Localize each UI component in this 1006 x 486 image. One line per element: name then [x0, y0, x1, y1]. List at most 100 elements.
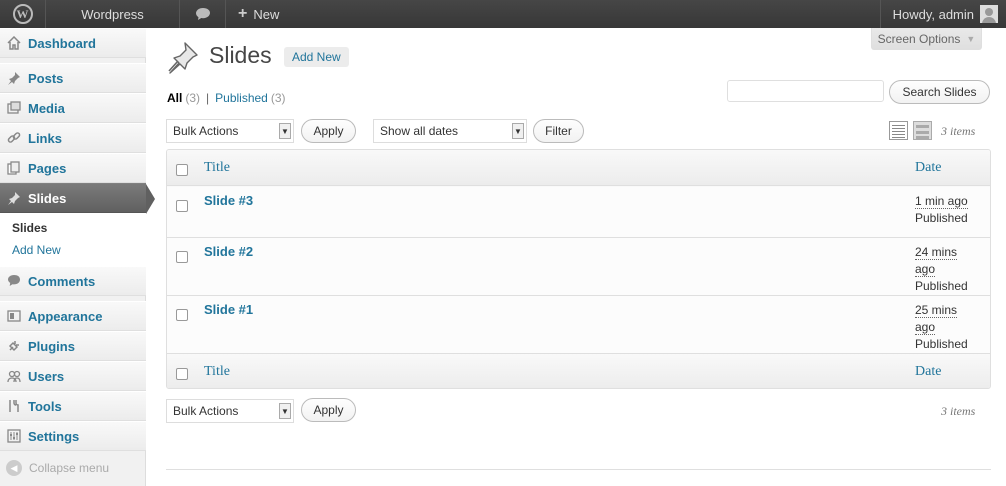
- row-date-ago-cont: ago: [915, 262, 936, 277]
- table-row: Slide #3 1 min ago Published: [167, 187, 990, 238]
- filter-all-link[interactable]: All: [167, 91, 182, 105]
- wordpress-logo-menu[interactable]: W: [0, 0, 46, 28]
- collapse-menu-label: Collapse menu: [29, 461, 110, 475]
- column-date-header[interactable]: Date: [915, 160, 941, 176]
- screen-options-button[interactable]: Screen Options ▼: [871, 28, 982, 50]
- collapse-menu-button[interactable]: ◀ Collapse menu: [6, 460, 109, 476]
- apply-button-bottom[interactable]: Apply: [301, 398, 356, 422]
- column-title-footer[interactable]: Title: [204, 364, 230, 380]
- users-icon: [6, 368, 22, 384]
- table-header: Title Date: [167, 150, 990, 186]
- howdy-label: Howdy, admin: [892, 6, 974, 22]
- row-status: Published: [915, 279, 968, 293]
- admin-sidebar: Dashboard Posts Media Links Pages Slides…: [0, 28, 155, 486]
- submenu-item-add-new[interactable]: Add New: [12, 243, 61, 257]
- search-slides-button[interactable]: Search Slides: [889, 80, 990, 104]
- filter-all-count: (3): [185, 91, 201, 105]
- table-row: Slide #2 24 mins ago Published: [167, 238, 990, 296]
- sidebar-item-label: Posts: [28, 70, 64, 86]
- row-checkbox[interactable]: [176, 200, 188, 212]
- row-checkbox[interactable]: [176, 309, 188, 321]
- row-title-link[interactable]: Slide #1: [204, 302, 253, 317]
- apply-button-top[interactable]: Apply: [301, 119, 356, 143]
- chevron-down-icon: ▼: [512, 123, 524, 139]
- row-date-ago: 25 mins: [915, 303, 958, 318]
- row-title-link[interactable]: Slide #3: [204, 193, 253, 208]
- row-date-ago: 24 mins: [915, 245, 958, 260]
- sidebar-item-links[interactable]: Links: [0, 123, 146, 153]
- sidebar-item-posts[interactable]: Posts: [0, 63, 146, 93]
- list-view-icon[interactable]: [889, 121, 908, 140]
- row-date: 25 mins ago Published: [915, 302, 985, 353]
- chevron-down-icon: ▼: [279, 403, 291, 419]
- sidebar-item-label: Tools: [28, 398, 62, 414]
- sidebar-item-label: Media: [28, 100, 65, 116]
- filter-separator: |: [206, 91, 210, 105]
- sidebar-item-label: Pages: [28, 160, 67, 176]
- sidebar-item-media[interactable]: Media: [0, 93, 146, 123]
- bulk-actions-value: Bulk Actions: [173, 124, 239, 138]
- row-status: Published: [915, 211, 968, 225]
- tools-icon: [6, 398, 22, 414]
- items-count-bottom: 3 items: [941, 404, 976, 418]
- plus-icon: +: [238, 5, 248, 22]
- sidebar-item-users[interactable]: Users: [0, 361, 146, 391]
- sidebar-item-label: Dashboard: [28, 35, 96, 51]
- sidebar-item-tools[interactable]: Tools: [0, 391, 146, 421]
- status-filter-links: All (3) | Published (3): [167, 91, 286, 105]
- select-all-checkbox[interactable]: [176, 164, 188, 176]
- slides-table: Title Date Slide #3 1 min ago Published …: [166, 149, 991, 389]
- sidebar-item-settings[interactable]: Settings: [0, 421, 146, 451]
- media-icon: [6, 100, 22, 116]
- sidebar-item-label: Appearance: [28, 308, 103, 324]
- row-checkbox[interactable]: [176, 251, 188, 263]
- sidebar-item-pages[interactable]: Pages: [0, 153, 146, 183]
- appearance-icon: [6, 308, 22, 324]
- sidebar-item-dashboard[interactable]: Dashboard: [0, 28, 146, 58]
- row-date-ago: 1 min ago: [915, 194, 968, 209]
- add-new-button[interactable]: Add New: [284, 47, 349, 67]
- row-date: 1 min ago Published: [915, 193, 985, 227]
- home-icon: [6, 35, 22, 51]
- screen-options-label: Screen Options: [877, 31, 961, 46]
- column-title-header[interactable]: Title: [204, 160, 230, 176]
- new-content-menu[interactable]: + New: [226, 0, 291, 28]
- sidebar-item-appearance[interactable]: Appearance: [0, 301, 146, 331]
- sidebar-item-label: Settings: [28, 428, 80, 444]
- row-title-link[interactable]: Slide #2: [204, 244, 253, 259]
- table-footer: Title Date: [167, 353, 990, 388]
- sidebar-item-slides[interactable]: Slides: [0, 183, 155, 214]
- submenu-item-slides[interactable]: Slides: [12, 221, 47, 235]
- settings-icon: [6, 428, 22, 444]
- pin-icon: [6, 190, 22, 206]
- comment-bubble-icon: [195, 8, 210, 20]
- comments-menu[interactable]: [180, 0, 226, 28]
- select-all-checkbox-bottom[interactable]: [176, 368, 188, 380]
- site-name-link[interactable]: Wordpress: [46, 0, 180, 28]
- excerpt-view-icon[interactable]: [913, 121, 932, 140]
- bulk-actions-value: Bulk Actions: [173, 404, 239, 418]
- pushpin-icon: [166, 40, 200, 74]
- date-filter-value: Show all dates: [380, 124, 459, 138]
- collapse-arrow-icon: ◀: [6, 460, 22, 476]
- bulk-actions-select-top[interactable]: Bulk Actions ▼: [166, 119, 294, 143]
- filter-button[interactable]: Filter: [533, 119, 584, 143]
- link-icon: [6, 130, 22, 146]
- table-row: Slide #1 25 mins ago Published: [167, 296, 990, 353]
- my-account-menu[interactable]: Howdy, admin: [879, 0, 1006, 28]
- admin-bar: W Wordpress + New Howdy, admin: [0, 0, 1006, 28]
- new-content-label: New: [253, 6, 280, 22]
- date-filter-select[interactable]: Show all dates ▼: [373, 119, 527, 143]
- sidebar-item-label: Plugins: [28, 338, 75, 354]
- bulk-actions-select-bottom[interactable]: Bulk Actions ▼: [166, 399, 294, 423]
- wordpress-logo-icon: W: [12, 4, 33, 24]
- sidebar-item-plugins[interactable]: Plugins: [0, 331, 146, 361]
- sidebar-item-comments[interactable]: Comments: [0, 266, 146, 296]
- search-input[interactable]: [727, 80, 884, 102]
- filter-published-link[interactable]: Published: [215, 91, 268, 105]
- comment-icon: [6, 273, 22, 289]
- pages-icon: [6, 160, 22, 176]
- row-status: Published: [915, 337, 968, 351]
- triangle-down-icon: ▼: [966, 33, 976, 44]
- column-date-footer[interactable]: Date: [915, 364, 941, 380]
